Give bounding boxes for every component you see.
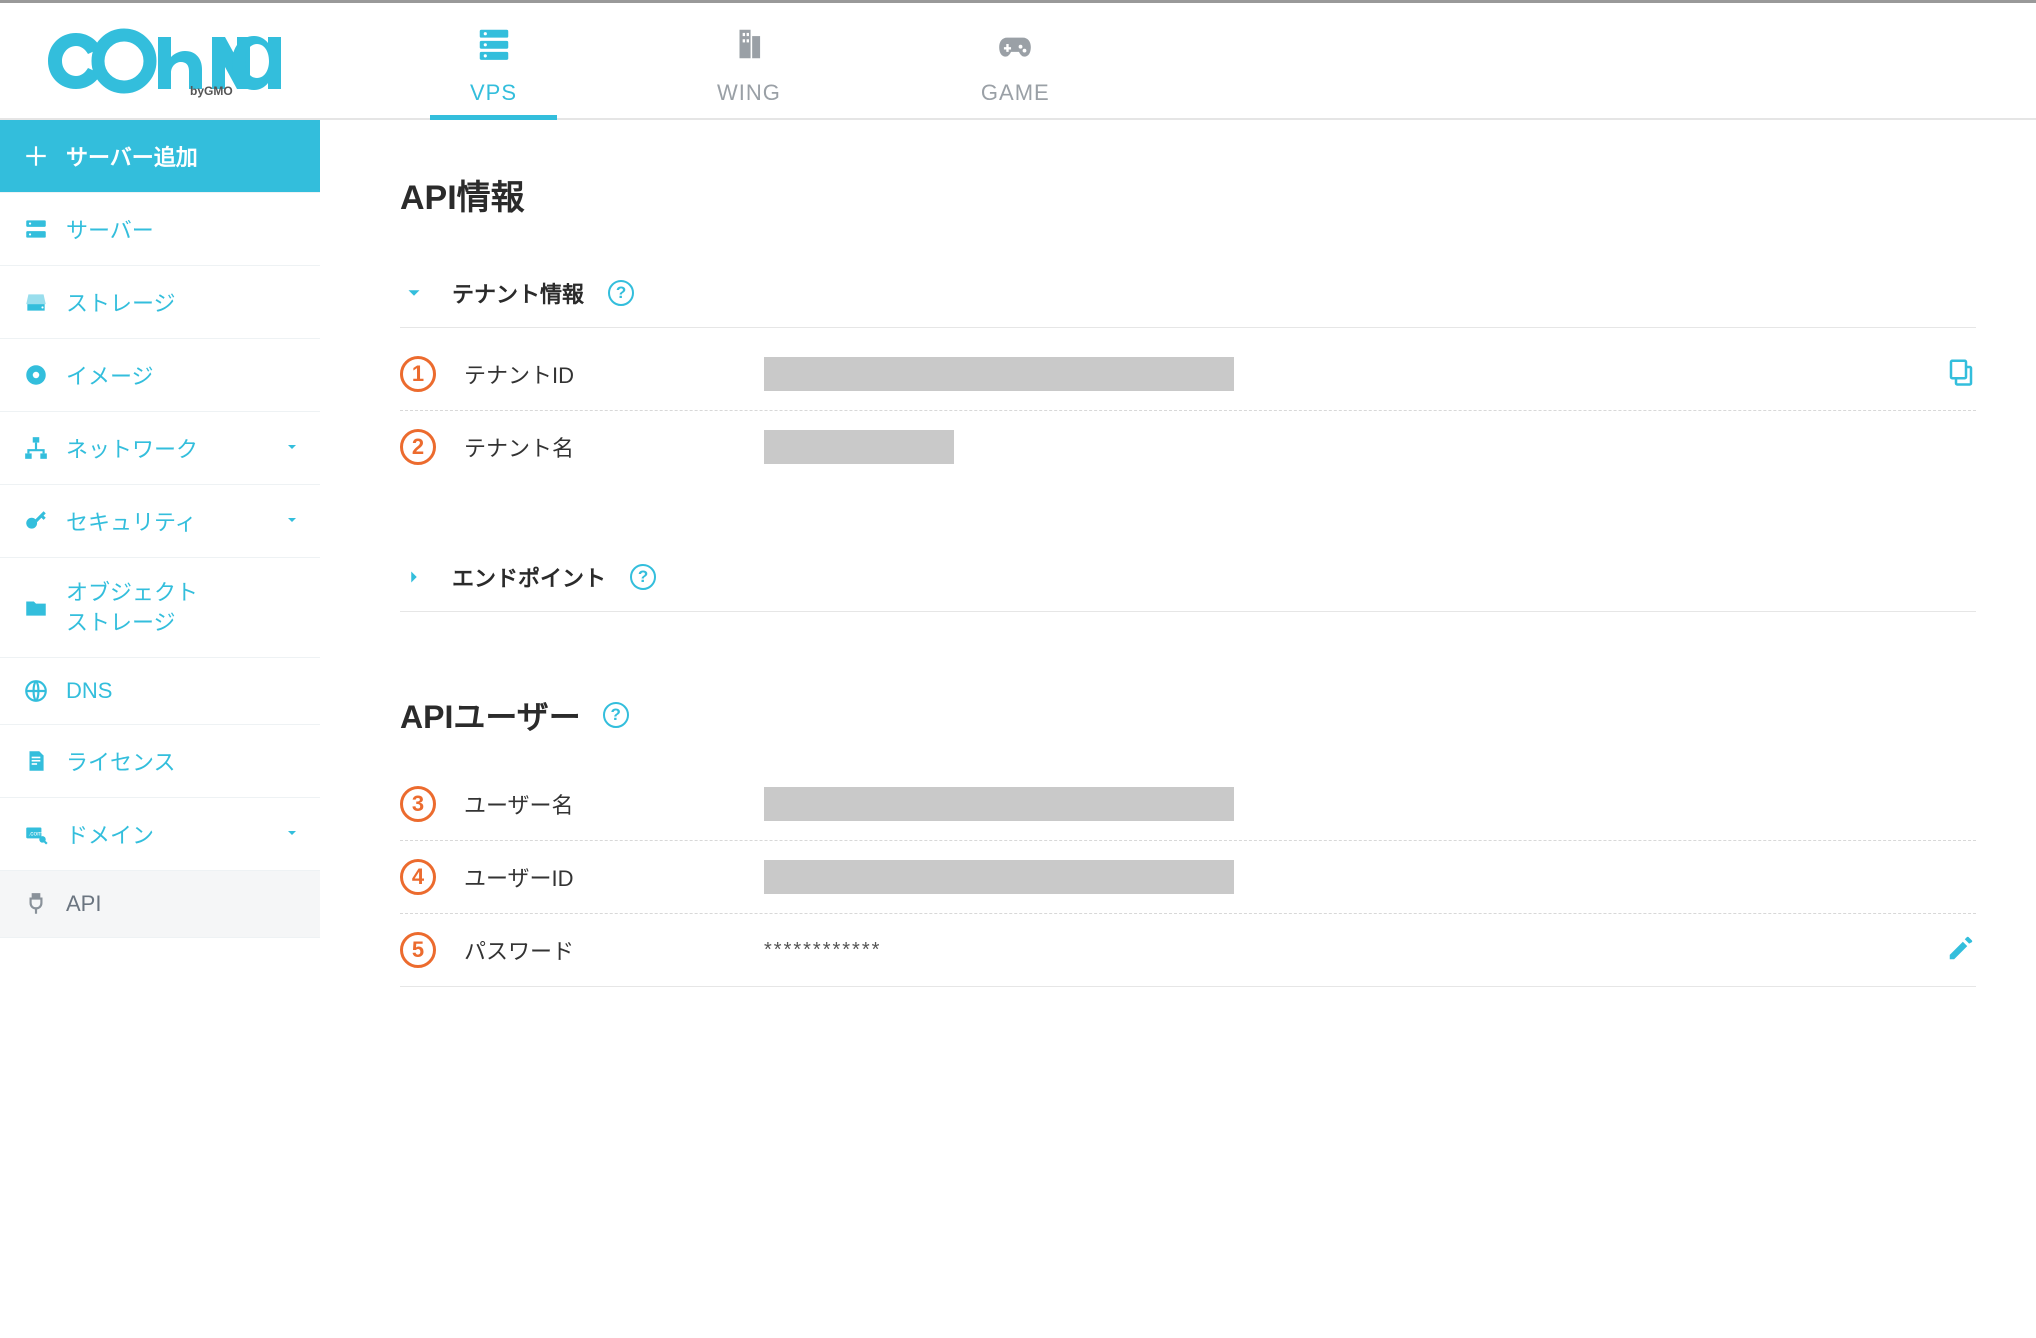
svg-text:byGMO: byGMO [190, 84, 233, 98]
chevron-down-icon [284, 508, 300, 534]
row-label: ユーザー名 [464, 788, 764, 820]
row-userid: 4 ユーザーID [400, 841, 1976, 914]
sidebar-item-label: DNS [66, 678, 112, 704]
redacted-value [764, 787, 1234, 821]
row-label: テナント名 [464, 431, 764, 463]
chevron-down-icon [284, 821, 300, 847]
sidebar-dns[interactable]: DNS [0, 658, 320, 725]
network-icon [22, 435, 50, 461]
row-tenant-id: 1 テナントID [400, 338, 1976, 411]
edit-icon[interactable] [1946, 933, 1976, 968]
sidebar-image[interactable]: イメージ [0, 339, 320, 412]
sidebar-item-label: サーバー追加 [66, 140, 198, 172]
section-title: エンドポイント [452, 561, 606, 593]
server-icon [22, 216, 50, 242]
sidebar-license[interactable]: ライセンス [0, 725, 320, 798]
tab-vps[interactable]: VPS [430, 3, 557, 118]
tab-vps-label: VPS [470, 80, 517, 106]
sidebar-item-label: ライセンス [66, 745, 176, 777]
row-tenant-name: 2 テナント名 [400, 411, 1976, 483]
sidebar-add-server[interactable]: サーバー追加 [0, 120, 320, 193]
chevron-down-icon [400, 279, 428, 307]
redacted-value [764, 357, 1234, 391]
plug-icon [22, 891, 50, 917]
step-number: 4 [400, 859, 436, 895]
sidebar-item-label: ネットワーク [66, 432, 198, 464]
key-icon [22, 508, 50, 534]
tenant-rows: 1 テナントID 2 テナント名 [400, 338, 1976, 483]
sidebar-object-storage[interactable]: オブジェクト ストレージ [0, 558, 320, 658]
tab-wing[interactable]: WING [677, 3, 821, 118]
sidebar: サーバー追加 サーバー ストレージ イメージ ネットワーク [0, 120, 320, 1320]
step-number: 2 [400, 429, 436, 465]
sidebar-item-label: ドメイン [66, 818, 154, 850]
logo[interactable]: byGMO [0, 3, 340, 118]
step-number: 5 [400, 932, 436, 968]
header: byGMO VPS WING GAME [0, 0, 2036, 120]
nav-tabs: VPS WING GAME [340, 3, 1090, 118]
main: API情報 テナント情報 ? 1 テナントID 2 テナント名 [320, 120, 2036, 1320]
tab-game[interactable]: GAME [941, 3, 1090, 118]
redacted-value [764, 430, 954, 464]
help-icon[interactable]: ? [630, 564, 656, 590]
globe-icon [22, 678, 50, 704]
server-stack-icon [475, 25, 513, 68]
sidebar-item-label: セキュリティ [66, 505, 197, 537]
help-icon[interactable]: ? [608, 280, 634, 306]
row-label: パスワード [464, 934, 764, 966]
help-icon[interactable]: ? [603, 702, 629, 728]
gamepad-icon [996, 25, 1034, 68]
row-label: ユーザーID [464, 861, 764, 893]
row-password: 5 パスワード ************ [400, 914, 1976, 987]
api-user-title: APIユーザー ? [400, 692, 1976, 738]
sidebar-item-label: サーバー [66, 213, 154, 245]
step-number: 3 [400, 786, 436, 822]
sidebar-api[interactable]: API [0, 871, 320, 938]
sidebar-item-label: ストレージ [66, 286, 176, 318]
layout: サーバー追加 サーバー ストレージ イメージ ネットワーク [0, 120, 2036, 1320]
sidebar-domain[interactable]: .com ドメイン [0, 798, 320, 871]
password-value: ************ [764, 939, 881, 962]
sidebar-item-label: イメージ [66, 359, 154, 391]
domain-icon: .com [22, 821, 50, 847]
tab-game-label: GAME [981, 80, 1050, 106]
redacted-value [764, 860, 1234, 894]
sidebar-storage[interactable]: ストレージ [0, 266, 320, 339]
row-label: テナントID [464, 358, 764, 390]
folder-icon [22, 595, 50, 621]
sidebar-network[interactable]: ネットワーク [0, 412, 320, 485]
chevron-down-icon [284, 435, 300, 461]
page-title: API情報 [400, 170, 1976, 219]
section-endpoint-header[interactable]: エンドポイント ? [400, 543, 1976, 612]
chevron-right-icon [400, 563, 428, 591]
svg-text:.com: .com [28, 831, 42, 838]
sidebar-server[interactable]: サーバー [0, 193, 320, 266]
sidebar-security[interactable]: セキュリティ [0, 485, 320, 558]
step-number: 1 [400, 356, 436, 392]
tab-wing-label: WING [717, 80, 781, 106]
row-username: 3 ユーザー名 [400, 768, 1976, 841]
building-icon [730, 25, 768, 68]
sidebar-item-label: API [66, 891, 101, 917]
copy-icon[interactable] [1946, 357, 1976, 392]
disc-icon [22, 362, 50, 388]
document-icon [22, 748, 50, 774]
hdd-icon [22, 289, 50, 315]
plus-icon [22, 143, 50, 169]
sidebar-item-label: オブジェクト ストレージ [66, 578, 198, 637]
api-user-rows: 3 ユーザー名 4 ユーザーID 5 パスワード ************ [400, 768, 1976, 987]
section-title: テナント情報 [452, 277, 584, 309]
section-tenant-header[interactable]: テナント情報 ? [400, 259, 1976, 328]
